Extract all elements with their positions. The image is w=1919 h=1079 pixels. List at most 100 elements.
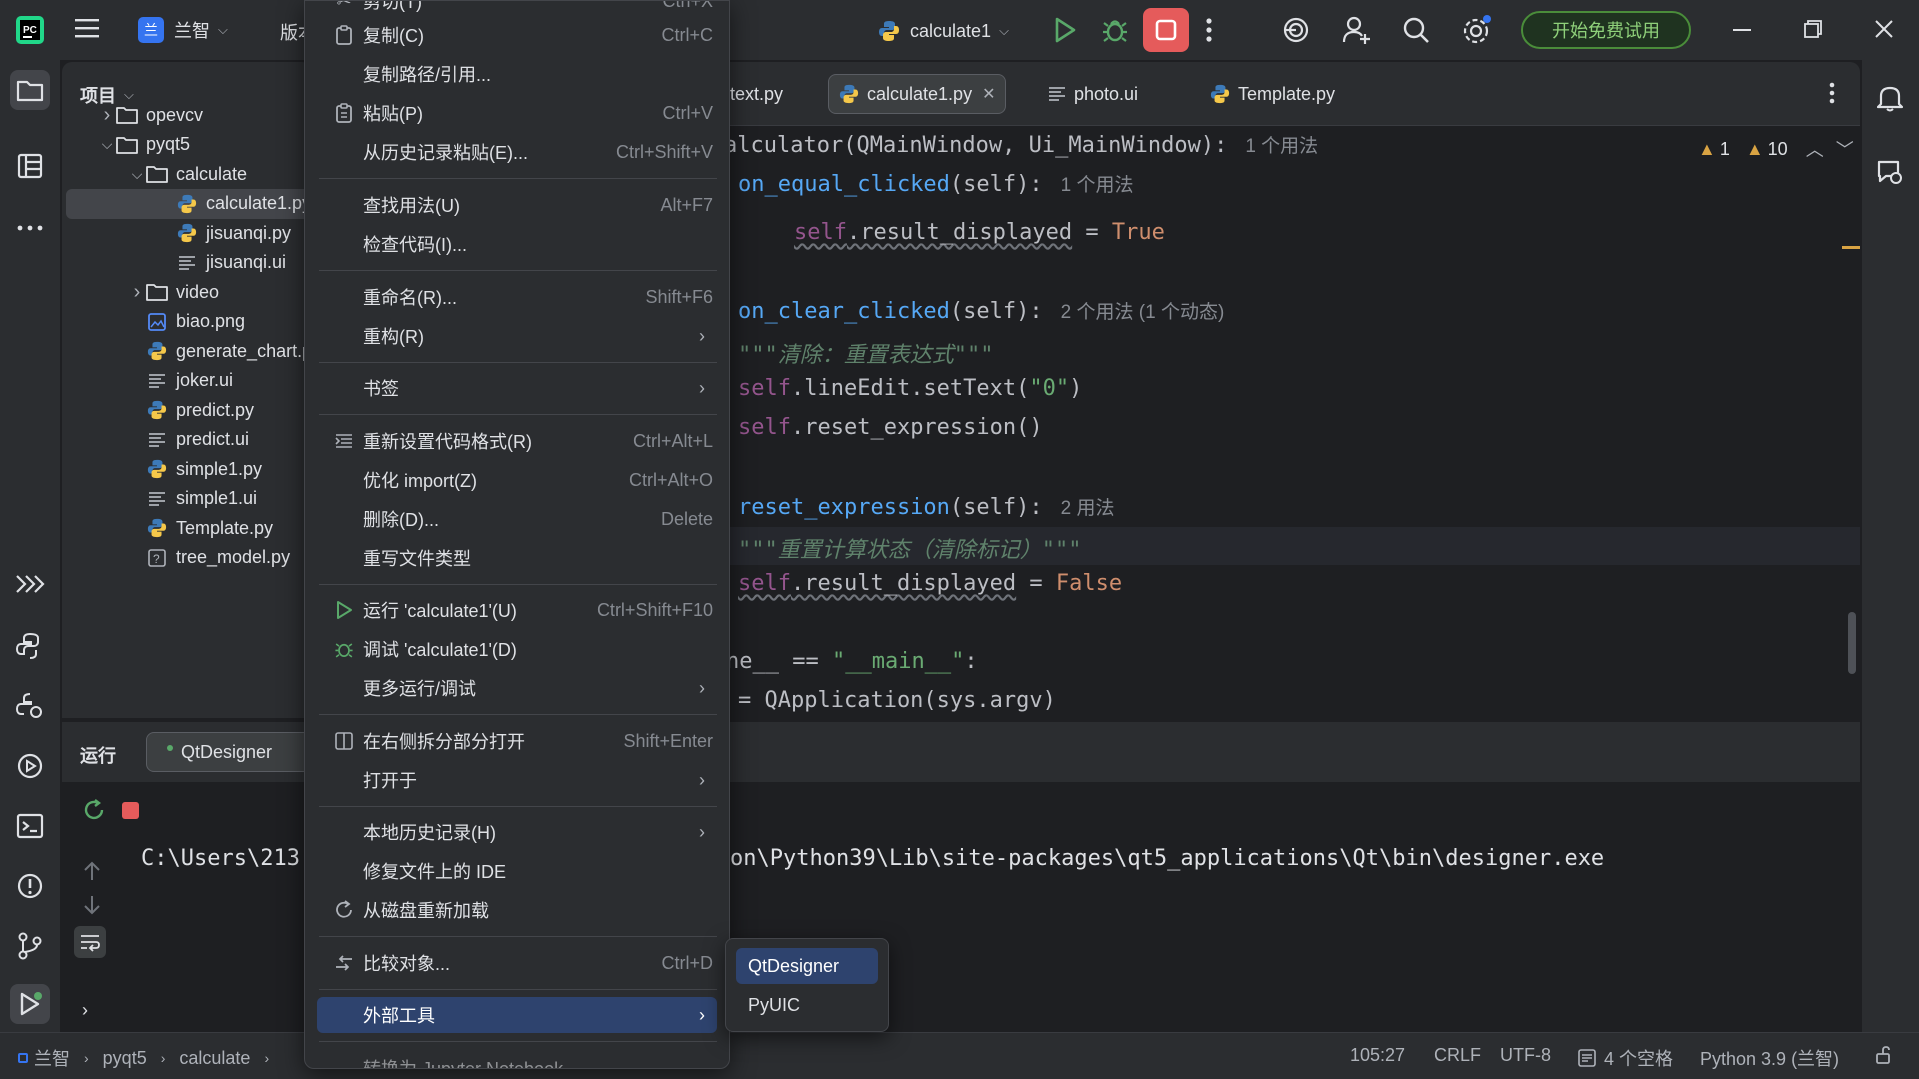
menu-item-paste[interactable]: 粘贴(P) Ctrl+V: [317, 95, 717, 131]
line-separator[interactable]: CRLF: [1434, 1045, 1481, 1066]
menu-item-repair-ide[interactable]: 修复文件上的 IDE: [317, 853, 717, 889]
menu-item-debug[interactable]: 调试 'calculate1'(D): [317, 631, 717, 667]
chevron-right-icon[interactable]: ›: [128, 281, 146, 304]
tree-item[interactable]: generate_chart.py: [62, 336, 312, 366]
vcs-menu[interactable]: 版本控制: [280, 19, 304, 45]
start-free-trial-button[interactable]: 开始免费试用: [1521, 11, 1691, 49]
menu-item-copy[interactable]: 复制(C) Ctrl+C: [317, 17, 717, 53]
menu-item-inspect-code[interactable]: 检查代码(I)...: [317, 226, 717, 262]
chevron-down-icon[interactable]: ﹀: [1836, 136, 1854, 162]
menu-item-more-run-debug[interactable]: 更多运行/调试 ›: [317, 670, 717, 706]
tree-item[interactable]: › video: [62, 277, 219, 307]
menu-item-bookmarks[interactable]: 书签 ›: [317, 370, 717, 406]
structure-tool-icon[interactable]: [10, 146, 50, 186]
soft-wrap-icon[interactable]: [74, 926, 106, 958]
menu-item-convert-notebook[interactable]: 转换为 Jupyter Notebook: [317, 1050, 717, 1068]
tab-text-py[interactable]: text.py: [720, 74, 793, 114]
tab-photo-ui[interactable]: photo.ui: [1038, 74, 1148, 114]
tree-item[interactable]: › opevcv: [62, 100, 203, 130]
tree-item[interactable]: ⌵ calculate: [62, 159, 247, 189]
editor-scrollbar[interactable]: [1848, 612, 1856, 674]
tree-item[interactable]: Template.py: [62, 513, 273, 543]
expand-tools-icon[interactable]: [10, 564, 50, 604]
tree-item[interactable]: simple1.py: [62, 454, 262, 484]
tab-options-icon[interactable]: [1828, 80, 1836, 106]
stop-run-icon[interactable]: [122, 802, 139, 819]
run-tool-icon[interactable]: [10, 984, 50, 1024]
caret-position[interactable]: 105:27: [1350, 1045, 1405, 1066]
submenu-item-qtdesigner[interactable]: QtDesigner: [736, 948, 878, 984]
tree-item[interactable]: jisuanqi.py: [62, 218, 291, 248]
menu-item-override-file-type[interactable]: 重写文件类型: [317, 540, 717, 576]
tree-item[interactable]: predict.ui: [62, 425, 249, 455]
run-config-selector[interactable]: calculate1 ⌵: [878, 16, 1009, 46]
services-icon[interactable]: [10, 746, 50, 786]
tree-item[interactable]: ⌵ pyqt5: [62, 130, 190, 160]
file-encoding[interactable]: UTF-8: [1500, 1045, 1551, 1066]
menu-item-optimize-imports[interactable]: 优化 import(Z) Ctrl+Alt+O: [317, 462, 717, 498]
usage-hint[interactable]: 2 个用法 (1 个动态): [1061, 302, 1225, 323]
close-tab-icon[interactable]: ✕: [982, 84, 995, 104]
submenu-item-pyuic[interactable]: PyUIC: [736, 987, 878, 1023]
chevron-down-icon[interactable]: ⌵: [98, 136, 116, 153]
ai-chat-icon[interactable]: [1870, 152, 1910, 192]
menu-item-find-usages[interactable]: 查找用法(U) Alt+F7: [317, 187, 717, 223]
menu-item-run[interactable]: 运行 'calculate1'(U) Ctrl+Shift+F10: [317, 592, 717, 628]
chevron-up-icon[interactable]: ︿: [1806, 136, 1824, 162]
tree-item[interactable]: joker.ui: [62, 366, 233, 396]
problems-icon[interactable]: [10, 866, 50, 906]
menu-item-compare-with[interactable]: 比较对象... Ctrl+D: [317, 945, 717, 981]
add-user-icon[interactable]: [1342, 15, 1372, 45]
close-window-icon[interactable]: [1875, 20, 1893, 38]
menu-item-reload-from-disk[interactable]: 从磁盘重新加载: [317, 892, 717, 928]
tree-item[interactable]: jisuanqi.ui: [62, 248, 286, 278]
menu-item-rename[interactable]: 重命名(R)... Shift+F6: [317, 279, 717, 315]
debug-icon[interactable]: [1101, 16, 1129, 44]
rerun-icon[interactable]: [82, 798, 106, 822]
tree-item[interactable]: biao.png: [62, 307, 245, 337]
notifications-bell-icon[interactable]: [1870, 78, 1910, 118]
python-console-settings-icon[interactable]: [10, 686, 50, 726]
restore-window-icon[interactable]: [1804, 20, 1822, 38]
usage-hint[interactable]: 1 个用法: [1245, 136, 1318, 157]
menu-item-open-in[interactable]: 打开于 ›: [317, 762, 717, 798]
run-icon[interactable]: [1052, 16, 1078, 44]
menu-item-local-history[interactable]: 本地历史记录(H) ›: [317, 814, 717, 850]
menu-item-reformat-code[interactable]: 重新设置代码格式(R) Ctrl+Alt+L: [317, 423, 717, 459]
menu-item-external-tools[interactable]: 外部工具 ›: [317, 997, 717, 1033]
menu-item-split-right[interactable]: 在右侧拆分部分打开 Shift+Enter: [317, 723, 717, 759]
minimize-icon[interactable]: [1733, 28, 1751, 32]
usage-hint[interactable]: 2 用法: [1061, 498, 1115, 519]
inspection-widget[interactable]: ▲ 1 ▲ 10 ︿ ﹀: [1698, 136, 1854, 162]
menu-item-paste-history[interactable]: 从历史记录粘贴(E)... Ctrl+Shift+V: [317, 134, 717, 170]
tab-calculate1-py[interactable]: calculate1.py ✕: [828, 74, 1007, 114]
search-icon[interactable]: [1402, 16, 1430, 44]
stop-button[interactable]: [1143, 8, 1189, 52]
expand-run-toolbar-icon[interactable]: ›: [82, 1000, 88, 1021]
menu-item-refactor[interactable]: 重构(R) ›: [317, 318, 717, 354]
project-tool-icon[interactable]: [10, 70, 50, 110]
more-actions-icon[interactable]: [1205, 16, 1213, 44]
run-tab-qtdesigner[interactable]: QtDesigner: [146, 732, 316, 772]
tree-item[interactable]: ? tree_model.py: [62, 543, 290, 573]
menu-item-copy-path[interactable]: 复制路径/引用...: [317, 56, 717, 92]
scroll-up-icon[interactable]: [82, 860, 102, 882]
menu-item-delete[interactable]: 删除(D)... Delete: [317, 501, 717, 537]
more-tools-icon[interactable]: [10, 208, 50, 248]
terminal-icon[interactable]: [10, 806, 50, 846]
main-menu-icon[interactable]: [74, 16, 100, 40]
tree-item[interactable]: calculate1.py: [66, 188, 312, 219]
scroll-down-icon[interactable]: [82, 894, 102, 916]
python-interpreter[interactable]: Python 3.9 (兰智): [1700, 1045, 1839, 1071]
warning-stripe-marker[interactable]: [1842, 246, 1860, 249]
breadcrumb-item[interactable]: pyqt5: [103, 1048, 147, 1069]
ai-assistant-icon[interactable]: [1282, 16, 1310, 44]
chevron-down-icon[interactable]: ⌵: [128, 166, 146, 183]
project-switcher[interactable]: 兰 兰智 ⌵: [138, 14, 228, 46]
tree-item[interactable]: predict.py: [62, 395, 254, 425]
tab-template-py[interactable]: Template.py: [1200, 74, 1345, 114]
breadcrumb-item[interactable]: calculate: [179, 1048, 250, 1069]
breadcrumb-item[interactable]: 兰智: [34, 1045, 70, 1071]
tree-item[interactable]: simple1.ui: [62, 484, 257, 514]
read-only-lock-icon[interactable]: [1874, 1045, 1894, 1065]
